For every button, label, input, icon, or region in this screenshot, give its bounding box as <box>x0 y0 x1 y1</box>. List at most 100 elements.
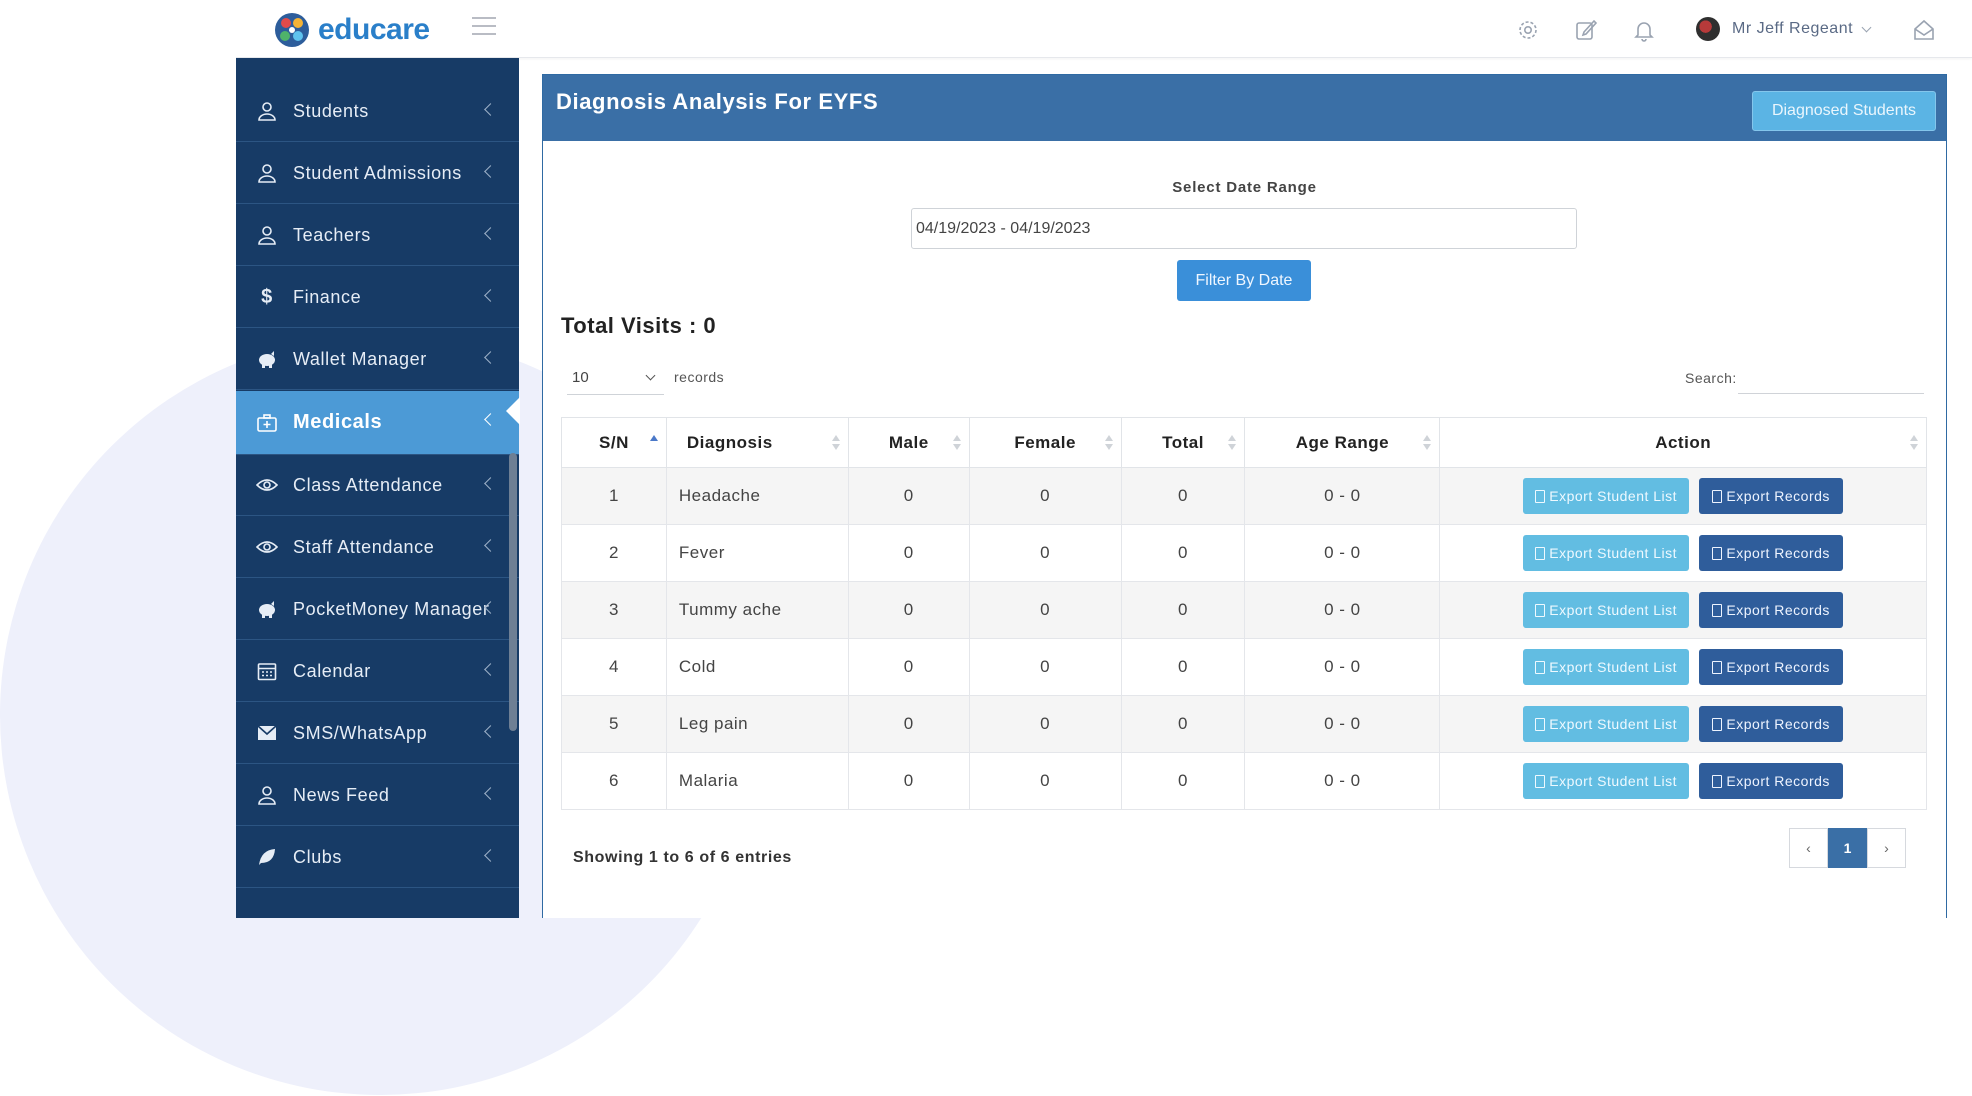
sidebar-item-clubs[interactable]: Clubs <box>236 827 519 888</box>
cell-female: 0 <box>968 695 1122 753</box>
cell-action: Export Student List Export Records <box>1439 752 1927 810</box>
table-row: 3 Tummy ache 0 0 0 0 - 0 Export Student … <box>561 581 1927 639</box>
sidebar-item-calendar[interactable]: Calendar <box>236 641 519 702</box>
file-icon <box>1535 489 1546 503</box>
logo[interactable]: educare <box>274 10 430 50</box>
pagination-prev-button[interactable]: ‹ <box>1789 828 1828 868</box>
sidebar-item-news-feed[interactable]: News Feed <box>236 765 519 826</box>
sidebar-item-students[interactable]: Students <box>236 81 519 142</box>
sidebar-item-label: Staff Attendance <box>293 536 435 557</box>
sidebar-item-staff-attendance[interactable]: Staff Attendance <box>236 517 519 578</box>
column-header-age-range[interactable]: Age Range <box>1244 417 1441 468</box>
export-records-button[interactable]: Export Records <box>1699 706 1844 742</box>
piggy-bank-icon <box>255 597 279 621</box>
chevron-left-icon <box>484 663 497 676</box>
export-records-button[interactable]: Export Records <box>1699 649 1844 685</box>
cell-female: 0 <box>968 581 1122 639</box>
avatar <box>1696 17 1720 41</box>
menu-toggle-icon[interactable] <box>472 17 496 37</box>
sidebar-item-teachers[interactable]: Teachers <box>236 205 519 266</box>
cell-female: 0 <box>968 752 1122 810</box>
cell-sn: 1 <box>561 467 667 525</box>
cell-total: 0 <box>1120 467 1246 525</box>
chevron-left-icon <box>484 227 497 240</box>
export-student-list-button[interactable]: Export Student List <box>1523 706 1690 742</box>
cell-total: 0 <box>1120 524 1246 582</box>
file-icon <box>1712 774 1723 788</box>
export-records-button[interactable]: Export Records <box>1699 763 1844 799</box>
export-student-list-button[interactable]: Export Student List <box>1523 478 1690 514</box>
sort-icon <box>831 435 840 451</box>
column-header-total[interactable]: Total <box>1120 417 1246 468</box>
page-length-value: 10 <box>572 369 589 386</box>
sidebar-item-finance[interactable]: $ Finance <box>236 267 519 328</box>
edit-icon[interactable] <box>1574 18 1598 42</box>
cell-female: 0 <box>968 467 1122 525</box>
home-icon[interactable] <box>1912 18 1936 42</box>
piggy-bank-icon <box>255 347 279 371</box>
cell-female: 0 <box>968 638 1122 696</box>
column-header-action[interactable]: Action <box>1439 417 1927 468</box>
cell-action: Export Student List Export Records <box>1439 695 1927 753</box>
cell-age-range: 0 - 0 <box>1244 524 1441 582</box>
cell-diagnosis: Leg pain <box>665 695 849 753</box>
sidebar-item-label: Medicals <box>293 411 383 433</box>
chevron-left-icon <box>484 289 497 302</box>
search-input[interactable] <box>1738 360 1924 394</box>
diagnosis-table: S/N Diagnosis Male Female Total Age Rang… <box>561 417 1927 810</box>
page-length-select[interactable]: 10 <box>567 362 664 395</box>
chevron-left-icon <box>484 539 497 552</box>
export-records-button[interactable]: Export Records <box>1699 478 1844 514</box>
cell-age-range: 0 - 0 <box>1244 581 1441 639</box>
sidebar-item-medicals[interactable]: Medicals <box>236 391 519 455</box>
chevron-left-icon <box>484 787 497 800</box>
column-header-diagnosis[interactable]: Diagnosis <box>665 417 849 468</box>
cell-action: Export Student List Export Records <box>1439 638 1927 696</box>
sidebar-scrollbar[interactable] <box>509 453 517 731</box>
table-row: 4 Cold 0 0 0 0 - 0 Export Student List Ex… <box>561 638 1927 696</box>
diagnosed-students-button[interactable]: Diagnosed Students <box>1752 91 1936 131</box>
entries-info: Showing 1 to 6 of 6 entries <box>573 849 792 866</box>
column-header-male[interactable]: Male <box>847 417 970 468</box>
cell-diagnosis: Malaria <box>665 752 849 810</box>
cell-action: Export Student List Export Records <box>1439 467 1927 525</box>
user-menu[interactable]: Mr Jeff Regeant <box>1696 16 1872 42</box>
sidebar-item-wallet-manager[interactable]: Wallet Manager <box>236 329 519 390</box>
column-header-female[interactable]: Female <box>968 417 1122 468</box>
sidebar-item-sms-whatsapp[interactable]: SMS/WhatsApp <box>236 703 519 764</box>
pagination-page-1[interactable]: 1 <box>1828 828 1867 868</box>
sidebar-item-label: Clubs <box>293 846 343 867</box>
export-student-list-button[interactable]: Export Student List <box>1523 649 1690 685</box>
file-icon <box>1535 717 1546 731</box>
cell-sn: 4 <box>561 638 667 696</box>
medkit-icon <box>255 411 279 435</box>
envelope-icon <box>255 721 279 745</box>
search-label: Search: <box>1685 370 1737 386</box>
export-student-list-button[interactable]: Export Student List <box>1523 535 1690 571</box>
cell-total: 0 <box>1120 638 1246 696</box>
export-records-button[interactable]: Export Records <box>1699 592 1844 628</box>
gear-icon[interactable] <box>1516 18 1540 42</box>
sidebar-item-label: Students <box>293 100 369 121</box>
sidebar-item-student-admissions[interactable]: Student Admissions <box>236 143 519 204</box>
date-range-input[interactable]: 04/19/2023 - 04/19/2023 <box>911 208 1577 249</box>
sidebar-item-pocketmoney-manager[interactable]: PocketMoney Manager <box>236 579 519 640</box>
chevron-left-icon <box>484 849 497 862</box>
filter-by-date-button[interactable]: Filter By Date <box>1177 260 1311 301</box>
export-student-list-button[interactable]: Export Student List <box>1523 763 1690 799</box>
file-icon <box>1535 660 1546 674</box>
cell-diagnosis: Fever <box>665 524 849 582</box>
sidebar-item-label: Wallet Manager <box>293 348 427 369</box>
column-header-sn[interactable]: S/N <box>561 417 667 468</box>
cell-action: Export Student List Export Records <box>1439 581 1927 639</box>
cell-male: 0 <box>847 752 970 810</box>
table-row: 5 Leg pain 0 0 0 0 - 0 Export Student Li… <box>561 695 1927 753</box>
cell-male: 0 <box>847 467 970 525</box>
bell-icon[interactable] <box>1632 18 1656 42</box>
export-student-list-button[interactable]: Export Student List <box>1523 592 1690 628</box>
sidebar-item-class-attendance[interactable]: Class Attendance <box>236 455 519 516</box>
export-records-button[interactable]: Export Records <box>1699 535 1844 571</box>
cell-age-range: 0 - 0 <box>1244 638 1441 696</box>
pagination-next-button[interactable]: › <box>1867 828 1906 868</box>
records-label: records <box>674 369 725 385</box>
